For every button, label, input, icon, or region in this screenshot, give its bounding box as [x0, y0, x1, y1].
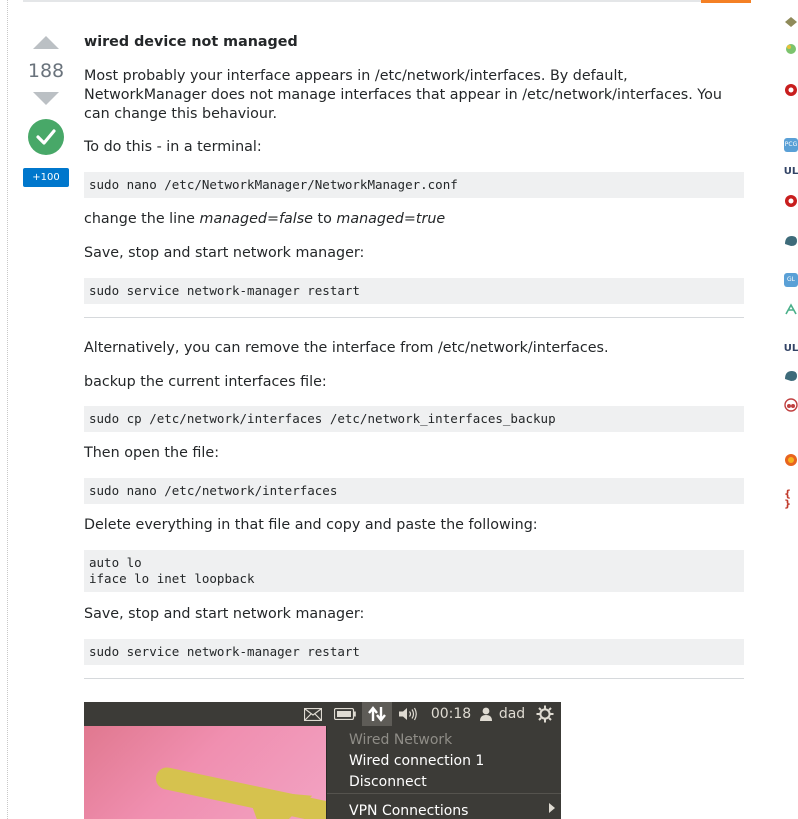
site-icon-5[interactable]: UL	[784, 165, 798, 179]
bounty-badge[interactable]: +100	[23, 168, 69, 187]
site-icon-6[interactable]	[784, 194, 798, 208]
gear-icon[interactable]	[535, 705, 555, 723]
code-block: sudo cp /etc/network/interfaces /etc/net…	[84, 406, 744, 432]
code-term: managed=true	[336, 211, 446, 227]
site-icon-1[interactable]	[784, 15, 798, 29]
site-icon-12[interactable]	[784, 398, 798, 412]
site-icon-7[interactable]	[784, 234, 798, 248]
paragraph: change the line managed=false to managed…	[84, 210, 744, 229]
answer-heading: wired device not managed	[84, 34, 298, 50]
user-icon	[479, 705, 493, 723]
menu-separator	[327, 793, 561, 794]
desktop-background	[84, 726, 326, 819]
site-icon-11[interactable]	[784, 369, 798, 383]
code-block: sudo nano /etc/NetworkManager/NetworkMan…	[84, 172, 744, 198]
mail-icon	[302, 705, 324, 723]
divider	[84, 678, 744, 679]
site-icon-13[interactable]	[784, 453, 798, 467]
menu-item-wired-connection[interactable]: Wired connection 1	[349, 753, 484, 769]
site-icon-4[interactable]: PCG	[784, 138, 798, 152]
text: to	[312, 211, 337, 227]
paragraph: To do this - in a terminal:	[84, 139, 262, 155]
code-block: sudo service network-manager restart	[84, 639, 744, 665]
network-menu-screenshot: 00:18 dad Wired Network Wired connection…	[84, 702, 561, 819]
paragraph: Then open the file:	[84, 445, 220, 461]
code-term: managed=false	[199, 211, 313, 227]
paragraph: Delete everything in that file and copy …	[84, 517, 538, 533]
code-block: sudo nano /etc/network/interfaces	[84, 478, 744, 504]
site-icon-3[interactable]	[784, 83, 798, 97]
site-icon-14[interactable]: { }	[784, 490, 798, 510]
vote-cell: 188 +100	[22, 32, 70, 187]
menu-item-vpn-connections[interactable]: VPN Connections	[349, 803, 468, 819]
divider	[84, 317, 744, 318]
left-border	[0, 0, 8, 819]
volume-icon[interactable]	[397, 705, 419, 723]
answer-body: wired device not managed Most probably y…	[84, 32, 744, 679]
downvote-button[interactable]	[33, 92, 59, 105]
menu-item-disconnect[interactable]: Disconnect	[349, 774, 427, 790]
text: change the line	[84, 211, 200, 227]
battery-icon	[333, 705, 357, 723]
top-divider	[23, 0, 751, 2]
top-panel: 00:18 dad	[84, 702, 561, 726]
accepted-answer-check-icon	[28, 119, 64, 155]
paragraph: backup the current interfaces file:	[84, 374, 327, 390]
wallpaper-arrow	[246, 769, 322, 819]
user-name[interactable]: dad	[497, 705, 527, 723]
site-icon-8[interactable]: GL	[784, 273, 798, 287]
menu-item-wired-network: Wired Network	[349, 732, 453, 748]
vote-count: 188	[27, 60, 65, 82]
paragraph: Most probably your interface appears in …	[84, 68, 722, 122]
hot-network-sidebar: PCG UL GL UL { }	[780, 0, 798, 819]
upvote-button[interactable]	[33, 36, 59, 49]
site-icon-9[interactable]	[784, 302, 798, 316]
submenu-arrow-icon	[549, 803, 555, 813]
site-icon-2[interactable]	[784, 42, 798, 56]
network-menu: Wired Network Wired connection 1 Disconn…	[326, 726, 561, 819]
active-tab-indicator	[701, 0, 751, 3]
paragraph: Alternatively, you can remove the interf…	[84, 340, 609, 356]
clock-time[interactable]: 00:18	[431, 705, 471, 723]
paragraph: Save, stop and start network manager:	[84, 606, 365, 622]
paragraph: Save, stop and start network manager:	[84, 245, 365, 261]
code-block: sudo service network-manager restart	[84, 278, 744, 304]
site-icon-10[interactable]: UL	[784, 342, 798, 356]
network-icon[interactable]	[365, 705, 389, 723]
code-block: auto lo iface lo inet loopback	[84, 550, 744, 592]
